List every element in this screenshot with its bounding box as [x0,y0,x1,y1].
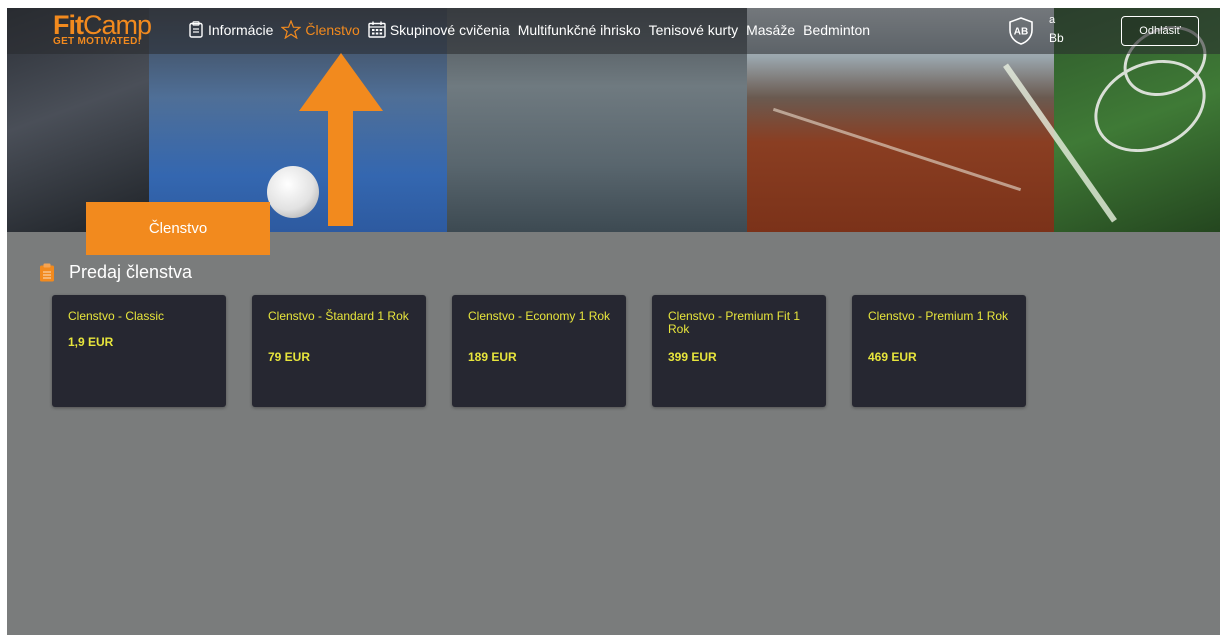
user-name-line1: a [1049,14,1056,26]
clipboard-icon [189,21,203,38]
membership-name: Clenstvo - Premium 1 Rok [868,309,1009,323]
membership-price: 79 EUR [268,350,311,364]
nav-label: Masáže [746,21,796,38]
membership-card-classic[interactable]: Clenstvo - Classic 1,9 EUR [52,295,226,407]
nav-item-informacie[interactable]: Informácie [188,21,273,38]
annotation-callout: Členstvo [86,202,270,255]
svg-text:AB: AB [1014,27,1028,38]
membership-price: 399 EUR [668,350,717,364]
brand-logo[interactable]: FitCamp GET MOTIVATED! [53,10,173,50]
membership-name: Clenstvo - Economy 1 Rok [468,309,611,323]
membership-card-premium[interactable]: Clenstvo - Premium 1 Rok 469 EUR [852,295,1026,407]
clipboard-icon [40,263,54,282]
membership-card-premium-fit[interactable]: Clenstvo - Premium Fit 1 Rok 399 EUR [652,295,826,407]
nav-item-skupinove-cvicenia[interactable]: Skupinové cvičenia [368,21,510,38]
nav-item-bedminton[interactable]: Bedminton [803,22,870,38]
nav-item-tenisove-kurty[interactable]: Tenisové kurty [649,22,738,38]
membership-price: 469 EUR [868,350,917,364]
nav-label: Členstvo [305,21,360,38]
membership-name: Clenstvo - Premium Fit 1 Rok [668,309,801,336]
nav-label: Skupinové cvičenia [389,21,510,38]
section-title: Predaj členstva [69,262,193,282]
membership-card-economy[interactable]: Clenstvo - Economy 1 Rok 189 EUR [452,295,626,407]
user-avatar-shield-icon[interactable]: AB [1008,17,1034,45]
logout-button[interactable]: Odhlásiť [1121,16,1199,46]
nav-label: Multifunkčné ihrisko [517,21,641,38]
nav-item-masaze[interactable]: Masáže [746,22,795,38]
nav-item-clenstvo[interactable]: Členstvo [281,20,360,39]
annotation-arrow-shaft [328,108,353,226]
page-frame: FitCamp GET MOTIVATED! Informácie Členst… [7,8,1220,635]
annotation-arrow-head [299,53,383,111]
logo-wordmark: FitCamp [53,10,152,40]
section-header: Predaj členstva [39,262,192,283]
main-menu: Informácie Členstvo Skupinové cvičenia M… [188,20,878,39]
calendar-icon [368,21,386,38]
user-name-line2: Bb [1049,31,1064,45]
membership-price: 189 EUR [468,350,517,364]
nav-label: Informácie [208,21,274,38]
football-image [267,166,319,218]
nav-label: Bedminton [803,21,871,38]
star-icon [281,20,302,39]
top-navbar: FitCamp GET MOTIVATED! Informácie Členst… [7,8,1220,54]
logo-tagline: GET MOTIVATED! [53,36,142,47]
membership-price: 1,9 EUR [68,335,114,349]
membership-name: Clenstvo - Classic [68,309,165,323]
membership-name: Clenstvo - Štandard 1 Rok [268,309,409,323]
nav-label: Tenisové kurty [648,21,739,38]
membership-card-standard[interactable]: Clenstvo - Štandard 1 Rok 79 EUR [252,295,426,407]
nav-item-multifunkcne-ihrisko[interactable]: Multifunkčné ihrisko [518,22,641,38]
